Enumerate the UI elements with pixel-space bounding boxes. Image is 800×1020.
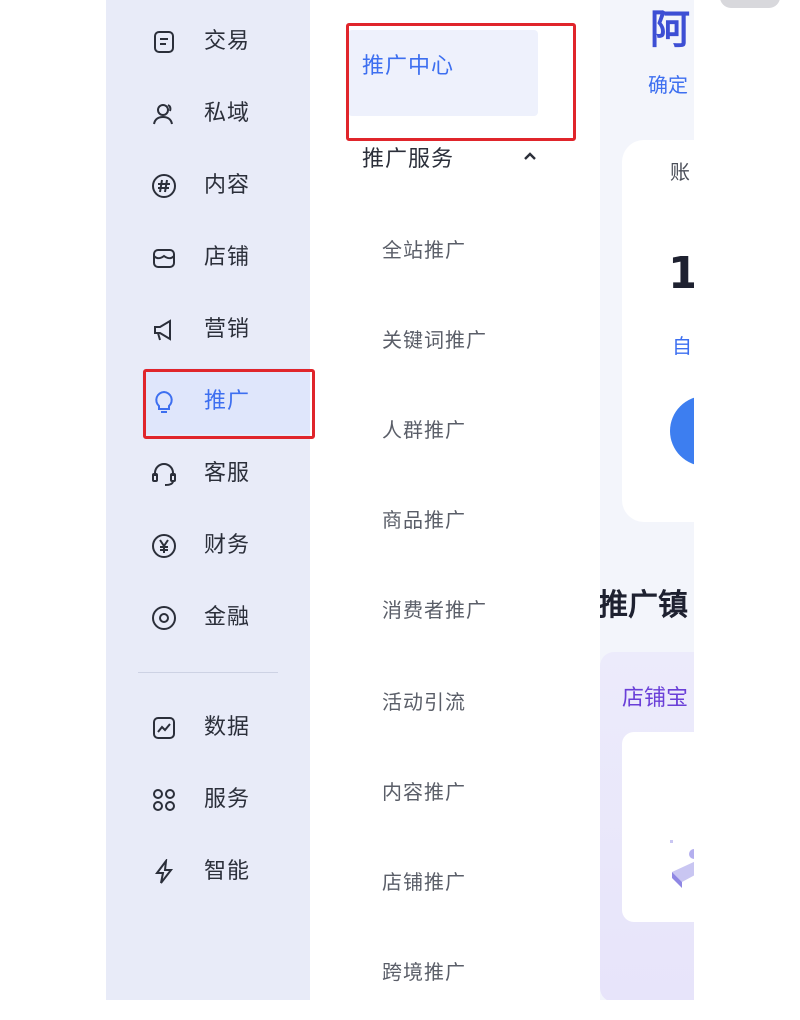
hashtag-icon [150,172,178,200]
grid-icon [150,786,178,814]
sidebar-item-label: 金融 [204,605,251,630]
sidebar-item-fintech[interactable]: 金融 [106,598,310,638]
submenu-item[interactable]: 跨境推广 [382,958,466,986]
sidebar-item-label: 店铺 [204,245,251,270]
submenu-item[interactable]: 商品推广 [382,506,466,534]
target-icon [150,604,178,632]
submenu-item[interactable]: 人群推广 [382,416,466,444]
lightning-icon [150,858,178,886]
submenu-item[interactable]: 全站推广 [382,236,466,264]
sidebar-item-label: 营销 [204,317,251,342]
submenu-item[interactable]: 活动引流 [382,688,466,716]
megaphone-icon [150,316,178,344]
chart-icon [150,714,178,742]
promo-illustration [670,840,694,888]
sidebar-item-label: 服务 [204,787,251,812]
highlight-promotion-center [346,23,576,141]
yuan-icon [150,532,178,560]
promotion-submenu: 推广中心 推广服务 全站推广 关键词推广 人群推广 商品推广 消费者推广 活动引… [310,0,600,1000]
sidebar-item-label: 私域 [204,101,251,126]
account-action-button[interactable] [670,396,694,466]
submenu-group-promotion-services[interactable]: 推广服务 [362,145,454,175]
sidebar-item-marketing[interactable]: 营销 [106,310,310,350]
sidebar-item-label: 客服 [204,461,251,486]
document-icon [150,28,178,56]
sidebar-item-services[interactable]: 服务 [106,780,310,820]
sidebar-item-data[interactable]: 数据 [106,708,310,748]
sidebar-item-label: 内容 [204,173,251,198]
headset-icon [150,460,178,488]
submenu-item[interactable]: 消费者推广 [382,596,487,624]
window-control-pill [720,0,780,8]
sidebar-item-private[interactable]: 私域 [106,94,310,134]
promo-label: 店铺宝 [622,686,689,711]
sidebar-item-trade[interactable]: 交易 [106,22,310,62]
submenu-item[interactable]: 店铺推广 [382,868,466,896]
promo-card[interactable]: 店铺宝 [600,652,694,1000]
sidebar-item-smart[interactable]: 智能 [106,852,310,892]
sidebar-item-label: 交易 [204,29,251,54]
shop-icon [150,244,178,272]
users-icon [150,100,178,128]
account-link[interactable]: 自 [672,330,692,359]
sidebar-item-content[interactable]: 内容 [106,166,310,206]
chevron-up-icon[interactable] [520,146,540,166]
page-subtitle: 确定 [648,73,688,97]
sidebar-item-label: 数据 [204,715,251,740]
section-title: 推广镇 [600,588,688,623]
sidebar-item-label: 智能 [204,859,251,884]
sidebar-item-customer-service[interactable]: 客服 [106,454,310,494]
account-card: 账 1 自 [622,140,694,522]
sidebar-item-shop[interactable]: 店铺 [106,238,310,278]
sidebar-item-label: 财务 [204,533,251,558]
sidebar-item-finance[interactable]: 财务 [106,526,310,566]
promo-image-panel [622,732,694,922]
highlight-promotion-nav [143,369,315,439]
account-label: 账 [670,160,690,184]
submenu-item[interactable]: 内容推广 [382,778,466,806]
account-value: 1 [668,248,694,299]
page-title: 阿 [650,7,690,53]
main-sidebar: 交易 私域 内容 店铺 营销 推广 客服 财务 金融 数据 服务 智能 [106,0,318,1000]
main-content: 阿 确定 账 1 自 推广镇 店铺宝 [600,0,694,1000]
sidebar-divider [138,672,278,673]
submenu-item[interactable]: 关键词推广 [382,326,487,354]
